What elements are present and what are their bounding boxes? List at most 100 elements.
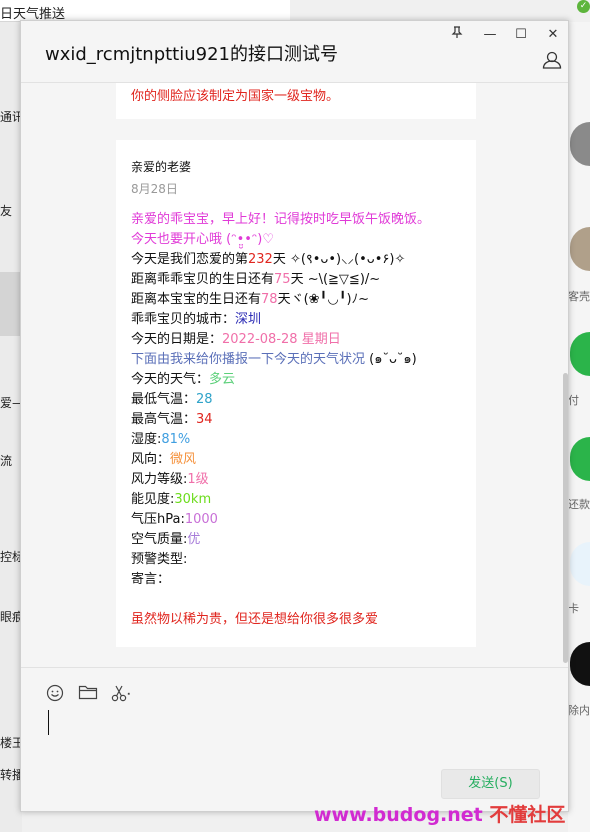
humidity-line: 湿度:81% [131,430,461,450]
message-bubble: 你的侧脸应该制定为国家一级宝物。 [116,83,476,119]
background-label: 除内 [568,704,590,717]
background-right-panel: 客壳 付 还款 卡 除内 [568,22,590,832]
label: 能见度: [131,492,175,507]
pressure-value: 1000 [184,512,218,527]
window-title: wxid_rcmjtnpttiu921的接口测试号 [45,44,339,65]
label: (๑˘ᴗ˘๑) [369,352,417,367]
card-icon [570,542,590,586]
background-sidebar-text: 流 [0,454,13,468]
date-line: 今天的日期是：2022-08-28 星期日 [131,330,461,350]
birthday-days-value: 78 [261,292,278,307]
label: 今天的天气： [131,372,210,387]
message-date: 8月28日 [131,182,178,196]
pin-icon[interactable] [446,26,468,44]
message-input-area[interactable]: 发送(S) [21,667,568,811]
background-sidebar-text: 通讯 [0,110,22,124]
background-sidebar-text: 友 [0,204,13,218]
humidity-value: 81% [161,432,191,447]
love-days-value: 232 [248,252,273,267]
avatar [570,227,590,271]
label: 气压hPa: [131,512,185,527]
check-icon: ✓ [577,0,590,13]
send-button[interactable]: 发送(S) [441,769,540,799]
aqi-line: 空气质量:优 [131,530,461,550]
date-value: 2022-08-28 星期日 [222,332,341,347]
label: 风力等级: [131,472,188,487]
weather-value: 多云 [209,372,236,387]
label: 天ヾ(❀╹◡╹)ﾉ~ [277,292,369,307]
warning-line: 预警类型: [131,552,188,567]
maximize-button[interactable]: ☐ [510,26,532,44]
background-selected-row [0,272,22,336]
birthday-days-value: 75 [274,272,291,287]
message-text: 你的侧脸应该制定为国家一级宝物。 [131,89,340,104]
background-sidebar-text: 转播 [0,768,22,782]
label: 今天的日期是： [131,332,223,347]
emoji-icon[interactable] [46,684,68,704]
low-temp-line: 最低气温：28 [131,390,461,410]
title-bar[interactable]: wxid_rcmjtnpttiu921的接口测试号 — ☐ ✕ [21,21,568,83]
wind-value: 微风 [170,452,197,467]
scrollbar[interactable] [563,373,568,663]
avatar [570,642,590,686]
background-sidebar-text: 眼痕 [0,610,22,624]
label: 下面由我来给你播报一下今天的天气状况 [131,352,366,367]
weather-line: 今天的天气：多云 [131,370,461,390]
closing-line: 虽然物以稀为贵，但还是想给你很多很多爱 [131,612,379,627]
love-days-line: 今天是我们恋爱的第232天 ✧(९•ᴗ•)⸜⸝(•ᴗ•۶)✧ [131,250,461,270]
aqi-value: 优 [187,532,201,547]
birthday-line: 距离本宝宝的生日还有78天ヾ(❀╹◡╹)ﾉ~ [131,290,461,310]
background-label: 付 [568,394,579,407]
site-watermark: www.budog.net 不懂社区 [314,800,565,827]
label: 最高气温： [131,412,197,427]
background-sidebar-text: 控标 [0,550,22,564]
wind-level-value: 1级 [187,472,209,487]
chat-window: wxid_rcmjtnpttiu921的接口测试号 — ☐ ✕ 你的侧脸应该制定… [20,20,569,812]
label: 空气质量: [131,532,188,547]
weather-intro-line: 下面由我来给你播报一下今天的天气状况 (๑˘ᴗ˘๑) [131,350,461,370]
person-icon[interactable] [542,51,562,73]
background-sidebar-text: 爱— [0,396,22,410]
words-line: 寄言： [131,572,171,587]
visibility-value: 30km [174,492,212,507]
label: 距离本宝宝的生日还有 [131,292,262,307]
background-sidebar-text: 楼王 [0,736,22,750]
app-icon [570,332,590,376]
wind-line: 风向：微风 [131,450,461,470]
background-label: 还款 [568,498,590,511]
close-button[interactable]: ✕ [542,26,564,44]
background-sidebar: 通讯 友 爱— 流 控标 眼痕 楼王 转播 [0,22,22,832]
high-temp-value: 34 [196,412,213,427]
label: 湿度: [131,432,162,447]
city-line: 乖乖宝贝的城市：深圳 [131,310,461,330]
avatar [570,122,590,166]
city-value: 深圳 [235,312,262,327]
app-icon [570,437,590,481]
background-label: 客壳 [568,290,590,303]
message-bubble: 亲爱的老婆 8月28日 亲爱的乖宝宝，早上好！记得按时吃早饭午饭晚饭。 今天也要… [116,140,476,647]
greeting-line: 亲爱的乖宝宝，早上好！记得按时吃早饭午饭晚饭。 [131,212,431,227]
label: 天 ✧(९•ᴗ•)⸜⸝(•ᴗ•۶)✧ [272,252,406,267]
background-label: 卡 [568,602,579,615]
pressure-line: 气压hPa:1000 [131,510,461,530]
text-caret[interactable] [48,710,49,735]
watermark-url: www.budog.net [314,804,483,826]
greeting-line: 今天也要开心哦 (ᵔ•̤̮•ᵔ)♡ [131,232,275,247]
minimize-button[interactable]: — [479,26,501,44]
label: 天 ~\(≧▽≦)/~ [290,272,381,287]
wind-level-line: 风力等级:1级 [131,470,461,490]
label: 乖乖宝贝的城市： [131,312,236,327]
label: 今天是我们恋爱的第 [131,252,249,267]
high-temp-line: 最高气温：34 [131,410,461,430]
folder-icon[interactable] [78,684,100,704]
low-temp-value: 28 [196,392,213,407]
label: 最低气温： [131,392,197,407]
visibility-line: 能见度:30km [131,490,461,510]
birthday-line: 距离乖乖宝贝的生日还有75天 ~\(≧▽≦)/~ [131,270,461,290]
chat-history[interactable]: 你的侧脸应该制定为国家一级宝物。 亲爱的老婆 8月28日 亲爱的乖宝宝，早上好！… [21,83,568,667]
message-sender: 亲爱的老婆 [131,160,192,174]
watermark-brand: 不懂社区 [489,804,566,826]
label: 距离乖乖宝贝的生日还有 [131,272,275,287]
scissors-icon[interactable] [111,684,133,704]
background-window-tab: 日天气推送 [0,0,290,22]
